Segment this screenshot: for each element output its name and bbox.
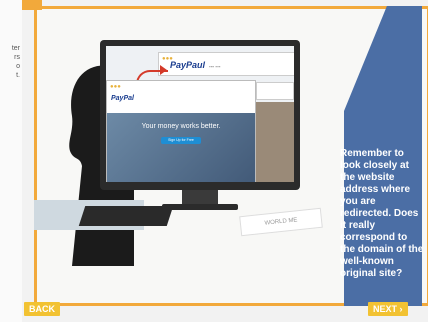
left-panel-line: rs bbox=[14, 54, 20, 61]
background-photo bbox=[256, 102, 294, 182]
hero-text: Your money works better. bbox=[141, 123, 221, 130]
next-label: NEXT bbox=[373, 304, 398, 314]
left-panel-line: ter bbox=[11, 45, 20, 52]
next-button[interactable]: NEXT › bbox=[368, 302, 408, 316]
chevron-right-icon: › bbox=[399, 304, 403, 314]
left-panel-line: t. bbox=[16, 72, 20, 79]
monitor-screen: ●●● PayPaul --- --- ●●● PayPal Your money… bbox=[106, 46, 294, 182]
window-dots-icon: ●●● bbox=[110, 84, 121, 90]
arrowhead-icon bbox=[160, 65, 167, 75]
monitor-stand bbox=[182, 190, 218, 204]
background-window bbox=[256, 82, 294, 100]
left-panel: ter rs o t. bbox=[0, 0, 23, 322]
signup-button: Sign Up for Free bbox=[161, 137, 201, 144]
keyboard bbox=[78, 206, 174, 226]
slide: ●●● PayPaul --- --- ●●● PayPal Your money… bbox=[22, 0, 428, 322]
window-frame: ter rs o t. ●●● PayPaul --- --- ●●● PayP… bbox=[0, 0, 434, 322]
fake-brand-logo: PayPaul --- --- bbox=[170, 60, 220, 70]
corner-tab bbox=[22, 0, 42, 10]
back-button[interactable]: BACK bbox=[24, 302, 60, 316]
fake-brand-subtext: --- --- bbox=[209, 64, 221, 70]
real-browser-window: ●●● PayPal Your money works better. Sign… bbox=[106, 80, 256, 182]
callout-text: Remember to look closely at the website … bbox=[340, 148, 424, 279]
fake-brand-name: PayPaul bbox=[170, 60, 206, 70]
real-brand-logo: PayPal bbox=[111, 95, 134, 102]
monitor-base bbox=[162, 204, 238, 210]
left-panel-text: ter rs o t. bbox=[0, 44, 20, 80]
left-panel-line: o bbox=[16, 63, 20, 70]
